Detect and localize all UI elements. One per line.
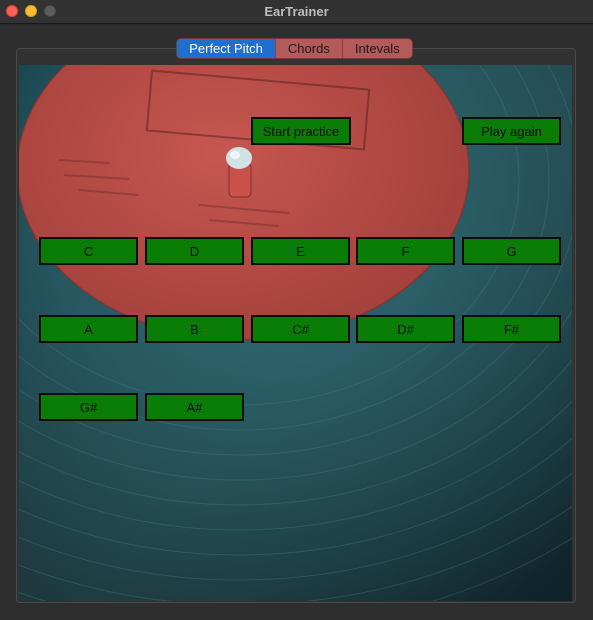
note-button-c-sharp[interactable]: C#	[251, 315, 350, 343]
note-button-d-sharp[interactable]: D#	[356, 315, 455, 343]
note-button-f-sharp[interactable]: F#	[462, 315, 561, 343]
note-button-b[interactable]: B	[145, 315, 244, 343]
start-practice-button[interactable]: Start practice	[251, 117, 351, 145]
play-again-button[interactable]: Play again	[462, 117, 561, 145]
note-button-f[interactable]: F	[356, 237, 455, 265]
tab-perfect-pitch[interactable]: Perfect Pitch	[177, 39, 277, 58]
note-button-d[interactable]: D	[145, 237, 244, 265]
note-button-g[interactable]: G	[462, 237, 561, 265]
note-button-a-sharp[interactable]: A#	[145, 393, 244, 421]
window-content: Perfect Pitch Chords Intevals Start prac…	[0, 25, 593, 620]
note-button-g-sharp[interactable]: G#	[39, 393, 138, 421]
tab-intervals[interactable]: Intevals	[343, 39, 412, 58]
window-titlebar: EarTrainer	[0, 0, 593, 24]
note-button-a[interactable]: A	[39, 315, 138, 343]
note-button-e[interactable]: E	[251, 237, 350, 265]
window-title: EarTrainer	[264, 4, 329, 19]
mode-tab-bar: Perfect Pitch Chords Intevals	[176, 38, 413, 59]
tab-chords[interactable]: Chords	[276, 39, 343, 58]
note-button-c[interactable]: C	[39, 237, 138, 265]
